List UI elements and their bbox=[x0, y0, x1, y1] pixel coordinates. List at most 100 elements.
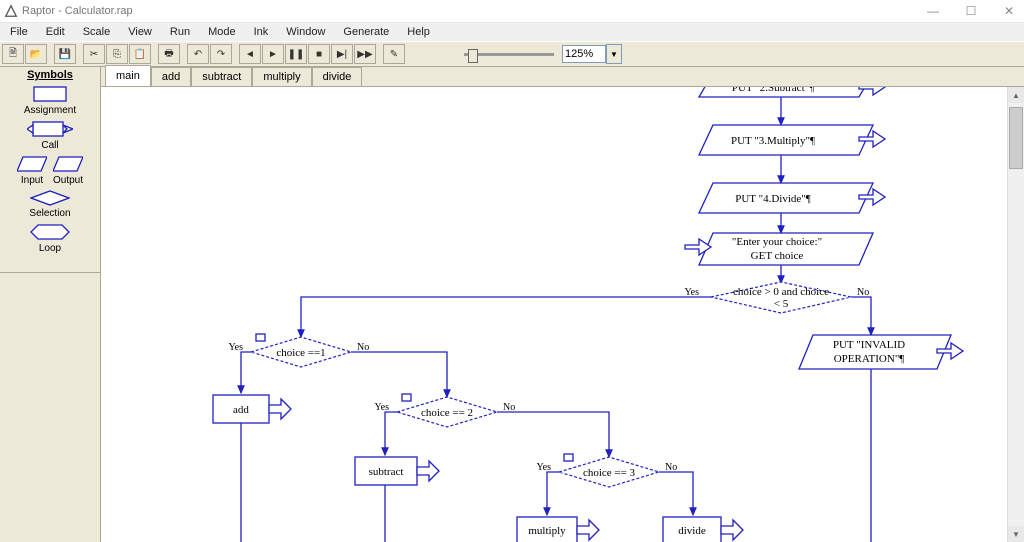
step-icon: ▶| bbox=[337, 49, 347, 60]
node-call-multiply[interactable]: multiply bbox=[517, 517, 599, 542]
node-cond-1[interactable]: choice ==1 bbox=[251, 334, 351, 367]
tb-cut[interactable]: ✂ bbox=[83, 44, 105, 64]
svg-text:OPERATION"¶: OPERATION"¶ bbox=[834, 353, 905, 365]
back-icon: ◄ bbox=[245, 49, 255, 60]
subchart-tabs: main add subtract multiply divide bbox=[101, 67, 1024, 87]
symbol-input-label: Input bbox=[17, 175, 47, 186]
symbol-io[interactable]: Input Output bbox=[0, 155, 100, 186]
svg-text:choice > 0 and choice: choice > 0 and choice bbox=[733, 286, 829, 298]
menu-file[interactable]: File bbox=[2, 25, 36, 39]
node-call-subtract[interactable]: subtract bbox=[355, 457, 439, 485]
tb-undo[interactable]: ↶ bbox=[187, 44, 209, 64]
window-title: Raptor - Calculator.rap bbox=[22, 5, 133, 17]
tb-pencil[interactable]: ✎ bbox=[383, 44, 405, 64]
node-invalid[interactable]: PUT "INVALID OPERATION"¶ bbox=[799, 335, 963, 369]
svg-text:subtract: subtract bbox=[369, 466, 404, 478]
zoom-dropdown[interactable]: ▼ bbox=[606, 44, 622, 64]
tb-redo[interactable]: ↷ bbox=[210, 44, 232, 64]
tb-new[interactable]: 🗎 bbox=[2, 44, 24, 64]
menu-edit[interactable]: Edit bbox=[38, 25, 73, 39]
svg-text:< 5: < 5 bbox=[774, 298, 789, 310]
scroll-down-button[interactable]: ▼ bbox=[1008, 526, 1024, 542]
flowchart-canvas[interactable]: PUT "2.Subtract"¶ PUT "3.Multiply"¶ PUT … bbox=[101, 87, 1024, 542]
tab-divide[interactable]: divide bbox=[312, 67, 363, 86]
vertical-scrollbar[interactable]: ▲ ▼ bbox=[1007, 87, 1024, 542]
menu-run[interactable]: Run bbox=[162, 25, 198, 39]
tb-play[interactable]: ► bbox=[262, 44, 284, 64]
svg-text:PUT "2.Subtract"¶: PUT "2.Subtract"¶ bbox=[732, 87, 814, 94]
menu-view[interactable]: View bbox=[120, 25, 160, 39]
slider-thumb[interactable] bbox=[468, 49, 478, 63]
symbol-call-label: Call bbox=[0, 140, 100, 151]
menu-bar: File Edit Scale View Run Mode Ink Window… bbox=[0, 23, 1024, 41]
tb-paste[interactable]: 📋 bbox=[129, 44, 151, 64]
menu-generate[interactable]: Generate bbox=[335, 25, 397, 39]
scroll-up-button[interactable]: ▲ bbox=[1008, 87, 1024, 103]
pause-icon: ❚❚ bbox=[288, 49, 305, 60]
scroll-thumb[interactable] bbox=[1009, 107, 1023, 169]
svg-text:multiply: multiply bbox=[528, 525, 566, 537]
play-icon: ► bbox=[268, 49, 278, 60]
copy-icon: ⎘ bbox=[113, 49, 121, 60]
svg-text:choice ==1: choice ==1 bbox=[276, 347, 325, 359]
node-cond-range[interactable]: choice > 0 and choice < 5 bbox=[711, 282, 851, 313]
symbol-selection[interactable]: Selection bbox=[0, 190, 100, 219]
tb-print[interactable]: 🖶 bbox=[158, 44, 180, 64]
zoom-input[interactable] bbox=[562, 45, 606, 63]
redo-icon: ↷ bbox=[217, 49, 225, 60]
tab-multiply[interactable]: multiply bbox=[252, 67, 311, 86]
node-put-multiply[interactable]: PUT "3.Multiply"¶ bbox=[699, 125, 885, 155]
paste-icon: 📋 bbox=[134, 49, 146, 60]
symbol-loop-label: Loop bbox=[0, 243, 100, 254]
tab-main[interactable]: main bbox=[105, 65, 151, 86]
speed-slider[interactable] bbox=[464, 53, 554, 56]
node-call-add[interactable]: add bbox=[213, 395, 291, 423]
tb-step[interactable]: ▶| bbox=[331, 44, 353, 64]
svg-text:add: add bbox=[233, 404, 249, 416]
svg-text:"Enter your choice:": "Enter your choice:" bbox=[732, 236, 822, 248]
node-get-choice[interactable]: "Enter your choice:" GET choice bbox=[685, 233, 873, 265]
stop-icon: ■ bbox=[316, 49, 322, 60]
menu-ink[interactable]: Ink bbox=[246, 25, 277, 39]
symbol-output-label: Output bbox=[53, 175, 83, 186]
tb-fwd[interactable]: ▶▶ bbox=[354, 44, 376, 64]
new-icon: 🗎 bbox=[9, 46, 17, 63]
node-put-divide[interactable]: PUT "4.Divide"¶ bbox=[699, 183, 885, 213]
symbol-call[interactable]: Call bbox=[0, 120, 100, 151]
node-call-divide[interactable]: divide bbox=[663, 517, 743, 542]
tb-save[interactable]: 💾 bbox=[54, 44, 76, 64]
menu-scale[interactable]: Scale bbox=[75, 25, 119, 39]
tb-pause[interactable]: ❚❚ bbox=[285, 44, 307, 64]
menu-mode[interactable]: Mode bbox=[200, 25, 244, 39]
print-icon: 🖶 bbox=[164, 46, 173, 63]
toolbar: 🗎 📂 💾 ✂ ⎘ 📋 🖶 ↶ ↷ ◄ ► ❚❚ ■ ▶| ▶▶ ✎ ▼ bbox=[0, 41, 1024, 67]
flowchart-svg: PUT "2.Subtract"¶ PUT "3.Multiply"¶ PUT … bbox=[101, 87, 1009, 542]
menu-help[interactable]: Help bbox=[399, 25, 438, 39]
tab-add[interactable]: add bbox=[151, 67, 191, 86]
tb-open[interactable]: 📂 bbox=[25, 44, 47, 64]
save-icon: 💾 bbox=[59, 49, 71, 60]
undo-icon: ↶ bbox=[194, 49, 202, 60]
tb-back[interactable]: ◄ bbox=[239, 44, 261, 64]
open-icon: 📂 bbox=[30, 49, 42, 60]
node-cond-2[interactable]: choice == 2 bbox=[397, 394, 497, 427]
fwd-icon: ▶▶ bbox=[357, 49, 372, 60]
maximize-button[interactable]: ☐ bbox=[958, 2, 984, 20]
close-button[interactable]: ✕ bbox=[996, 2, 1022, 20]
symbol-loop[interactable]: Loop bbox=[0, 223, 100, 254]
cut-icon: ✂ bbox=[90, 49, 98, 60]
svg-text:choice == 2: choice == 2 bbox=[421, 407, 473, 419]
symbols-header: Symbols bbox=[0, 69, 100, 81]
svg-text:divide: divide bbox=[678, 525, 706, 537]
symbol-assignment-label: Assignment bbox=[0, 105, 100, 116]
node-cond-3[interactable]: choice == 3 bbox=[559, 454, 659, 487]
symbol-assignment[interactable]: Assignment bbox=[0, 85, 100, 116]
app-icon bbox=[4, 4, 18, 18]
tb-copy[interactable]: ⎘ bbox=[106, 44, 128, 64]
symbol-selection-label: Selection bbox=[0, 208, 100, 219]
node-put-subtract[interactable]: PUT "2.Subtract"¶ bbox=[699, 87, 885, 97]
tb-stop[interactable]: ■ bbox=[308, 44, 330, 64]
tab-subtract[interactable]: subtract bbox=[191, 67, 252, 86]
menu-window[interactable]: Window bbox=[278, 25, 333, 39]
minimize-button[interactable]: — bbox=[920, 2, 946, 20]
